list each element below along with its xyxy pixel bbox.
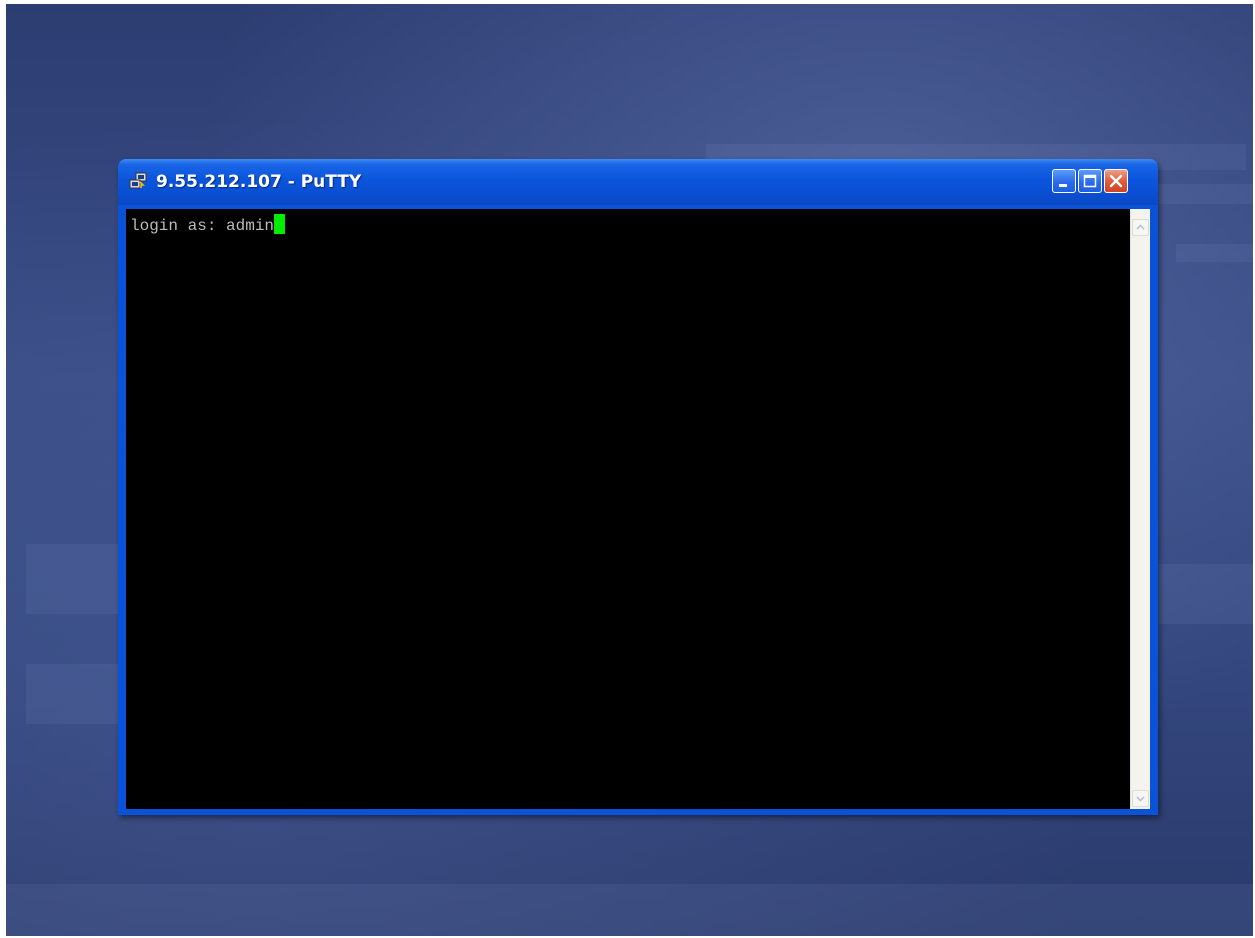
scroll-up-arrow-icon	[1136, 224, 1145, 230]
scroll-down-arrow-icon	[1136, 796, 1145, 802]
minimize-icon	[1059, 184, 1067, 187]
maximize-icon	[1083, 174, 1097, 188]
desktop-texture	[1176, 244, 1253, 262]
terminal-text: login as: admin	[130, 217, 275, 235]
window-title: 9.55.212.107 - PuTTY	[156, 172, 362, 192]
window-client-area: login as: admin	[126, 209, 1150, 809]
scroll-up-button[interactable]	[1132, 219, 1149, 236]
vertical-scrollbar[interactable]	[1130, 209, 1150, 809]
title-bar[interactable]: 9.55.212.107 - PuTTY	[118, 159, 1158, 205]
terminal-cursor	[274, 214, 286, 234]
desktop-texture	[6, 884, 1253, 936]
close-button[interactable]	[1104, 169, 1128, 193]
terminal-screen[interactable]: login as: admin	[126, 209, 1130, 809]
desktop-texture	[1156, 564, 1253, 624]
minimize-button[interactable]	[1052, 169, 1076, 193]
maximize-button[interactable]	[1078, 169, 1102, 193]
desktop-texture	[1146, 184, 1253, 204]
putty-window: 9.55.212.107 - PuTTY login as: admin	[118, 159, 1158, 815]
terminal-line: login as: admin	[130, 214, 286, 236]
scroll-down-button[interactable]	[1132, 790, 1149, 807]
close-icon	[1109, 174, 1123, 188]
putty-icon[interactable]	[128, 171, 148, 191]
